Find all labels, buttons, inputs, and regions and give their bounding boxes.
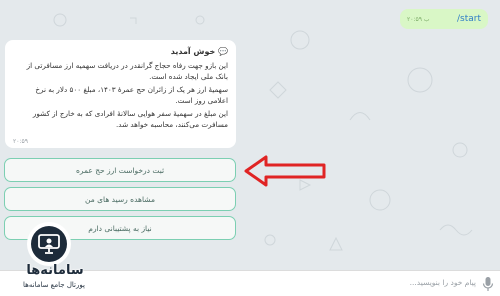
- request-umrah-currency-button[interactable]: ثبت درخواست ارز حج عمره: [4, 158, 236, 182]
- user-message-bubble: ب ۲۰:۵۹ /start: [400, 9, 488, 29]
- monitor-person-icon: [38, 234, 60, 254]
- user-message-time: ب ۲۰:۵۹: [407, 15, 430, 23]
- view-my-receipts-button[interactable]: مشاهده رسید های من: [4, 187, 236, 211]
- bot-paragraph-1: این بازو جهت رفاه حجاج گرانقدر در دریافت…: [26, 61, 228, 81]
- message-input-placeholder: پیام خود را بنویسید...: [409, 278, 476, 287]
- watermark-name: سامانه‌ها: [26, 263, 84, 278]
- samanehha-watermark: سامانه‌ها پورتال جامع سامانه‌ها: [0, 218, 110, 296]
- left-arrow-icon: [244, 155, 326, 187]
- start-command-link[interactable]: /start: [457, 14, 481, 24]
- bot-message-time: ۲۰:۵۹: [13, 138, 28, 145]
- bot-message-bubble: 💬 خوش آمدید این بازو جهت رفاه حجاج گرانق…: [5, 40, 236, 148]
- mic-icon[interactable]: [482, 276, 494, 292]
- watermark-subtitle: پورتال جامع سامانه‌ها: [6, 280, 102, 290]
- welcome-title: 💬 خوش آمدید: [170, 47, 228, 56]
- bot-paragraph-3: این مبلغ در سهمیهٔ سفر هوایی سالانهٔ افر…: [32, 109, 228, 129]
- bot-paragraph-2: سهمیهٔ ارز هر یک از زائران حج عمرهٔ ۱۴۰۳…: [35, 85, 228, 105]
